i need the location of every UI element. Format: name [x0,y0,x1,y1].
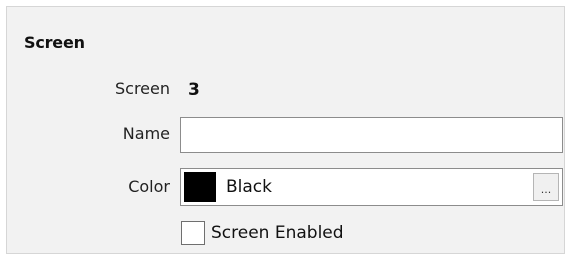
color-value: Black [226,177,272,197]
color-browse-button[interactable]: ... [533,173,559,201]
screen-number-value: 3 [188,80,200,100]
name-label: Name [122,124,170,143]
screen-enabled-checkbox[interactable] [181,221,205,245]
name-input[interactable] [180,117,563,153]
color-label: Color [128,177,170,196]
color-picker-field[interactable]: Black ... [180,168,563,206]
section-title: Screen [24,33,85,52]
screen-label: Screen [114,79,170,98]
screen-enabled-label[interactable]: Screen Enabled [211,223,344,243]
screen-properties-panel: Screen Screen 3 Name Color Black ... Scr… [6,6,565,254]
color-swatch [184,172,216,202]
